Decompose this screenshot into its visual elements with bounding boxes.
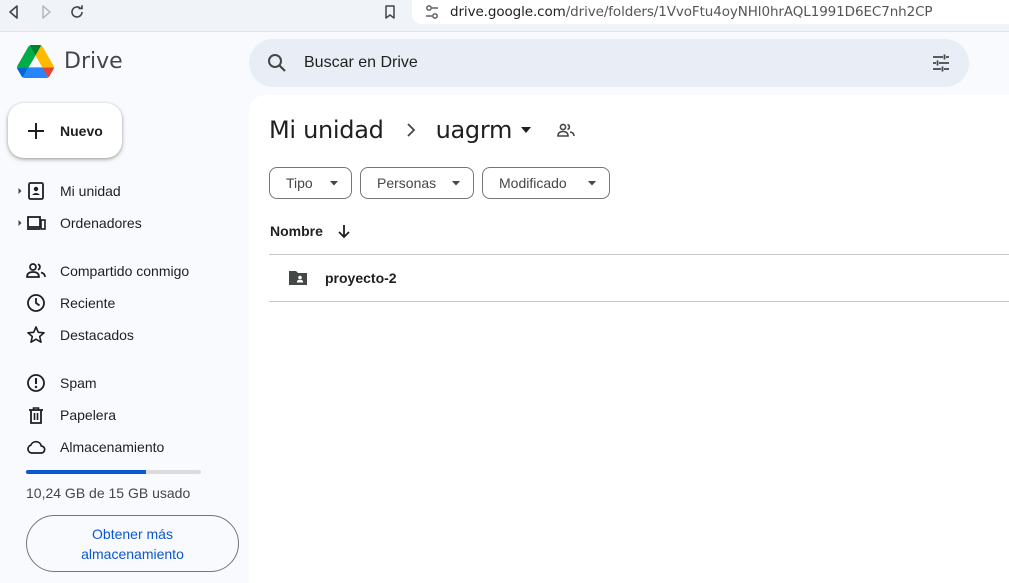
sidebar-item-label: Reciente: [60, 295, 116, 311]
get-more-storage-button[interactable]: Obtener más almacenamiento: [26, 515, 239, 572]
filter-label: Personas: [377, 175, 437, 191]
file-name: proyecto-2: [325, 270, 397, 286]
bookmark-button[interactable]: [378, 2, 402, 22]
shared-folder-icon: [289, 271, 307, 285]
sidebar-item-spam[interactable]: Spam: [14, 368, 234, 398]
table-divider: [269, 301, 1009, 302]
filter-people[interactable]: Personas: [360, 167, 474, 199]
storage-progress-fill: [26, 470, 146, 474]
sidebar-item-storage[interactable]: Almacenamiento: [14, 432, 234, 462]
forward-button[interactable]: [34, 2, 58, 22]
column-header-name[interactable]: Nombre: [270, 222, 353, 240]
new-button-label: Nuevo: [60, 122, 103, 139]
shared-icon: [26, 263, 46, 278]
computers-icon: [27, 216, 46, 230]
search-icon[interactable]: [266, 52, 288, 74]
forward-icon: [42, 5, 51, 19]
drive-logo-icon: [17, 45, 54, 78]
back-icon: [9, 5, 18, 19]
main-content: Mi unidad uagrm Tipo Personas Modificado…: [249, 95, 1009, 583]
storage-progress-bar: [26, 470, 201, 474]
column-header-label: Nombre: [270, 223, 323, 239]
expand-arrow-icon[interactable]: [17, 219, 25, 227]
sidebar-item-my-drive[interactable]: Mi unidad: [14, 176, 234, 206]
back-button[interactable]: [2, 2, 26, 22]
sidebar-item-label: Ordenadores: [60, 215, 142, 231]
expand-arrow-icon[interactable]: [17, 187, 25, 195]
sidebar-item-label: Papelera: [60, 407, 117, 423]
cloud-icon: [27, 440, 46, 454]
address-bar[interactable]: drive.google.com/drive/folders/1VvoFtu4o…: [412, 0, 1009, 24]
reload-icon: [71, 5, 83, 18]
breadcrumb: Mi unidad uagrm: [269, 115, 576, 145]
caret-down-icon[interactable]: [520, 124, 532, 136]
sidebar-item-label: Almacenamiento: [60, 439, 165, 455]
breadcrumb-current[interactable]: uagrm: [436, 116, 513, 144]
sidebar-item-label: Compartido conmigo: [60, 263, 190, 279]
sidebar-item-label: Destacados: [60, 327, 134, 343]
bookmark-icon: [385, 5, 395, 19]
url-path: /drive/folders/1VvoFtu4oyNHl0hrAQL1991D6…: [565, 4, 933, 20]
browser-toolbar: drive.google.com/drive/folders/1VvoFtu4o…: [0, 0, 1009, 32]
breadcrumb-root[interactable]: Mi unidad: [269, 116, 384, 144]
sidebar-item-label: Mi unidad: [60, 183, 121, 199]
sidebar-item-label: Spam: [60, 375, 97, 391]
storage-usage-text: 10,24 GB de 15 GB usado: [26, 485, 191, 501]
site-settings-icon[interactable]: [424, 4, 440, 20]
caret-down-icon: [330, 181, 338, 186]
filter-type[interactable]: Tipo: [269, 167, 352, 199]
url-text: drive.google.com/drive/folders/1VvoFtu4o…: [450, 4, 933, 20]
shared-folder-people-icon[interactable]: [556, 120, 576, 140]
table-row[interactable]: proyecto-2: [269, 255, 1009, 301]
chevron-right-icon: [406, 123, 415, 137]
sidebar-item-starred[interactable]: Destacados: [14, 320, 234, 350]
sidebar-item-shared[interactable]: Compartido conmigo: [14, 256, 234, 286]
new-button[interactable]: Nuevo: [8, 103, 122, 158]
filter-modified[interactable]: Modificado: [482, 167, 610, 199]
sort-arrow-down-icon[interactable]: [335, 222, 353, 240]
caret-down-icon: [452, 181, 460, 186]
sidebar-item-trash[interactable]: Papelera: [14, 400, 234, 430]
app-name: Drive: [64, 49, 123, 74]
trash-icon: [29, 407, 43, 424]
spam-icon: [27, 374, 45, 392]
reload-button[interactable]: [65, 2, 89, 22]
search-options-icon[interactable]: [930, 52, 952, 74]
drive-logo[interactable]: Drive: [17, 45, 123, 78]
filter-label: Tipo: [286, 175, 313, 191]
filter-label: Modificado: [499, 175, 567, 191]
search-input[interactable]: Buscar en Drive: [304, 54, 418, 72]
caret-down-icon: [588, 181, 596, 186]
star-icon: [27, 326, 45, 343]
plus-icon: [28, 122, 44, 139]
sidebar-item-recent[interactable]: Reciente: [14, 288, 234, 318]
url-host: drive.google.com: [450, 4, 566, 20]
clock-icon: [27, 294, 45, 312]
my-drive-icon: [28, 182, 44, 200]
sidebar-item-computers[interactable]: Ordenadores: [14, 208, 234, 238]
search-bar[interactable]: Buscar en Drive: [249, 39, 969, 87]
